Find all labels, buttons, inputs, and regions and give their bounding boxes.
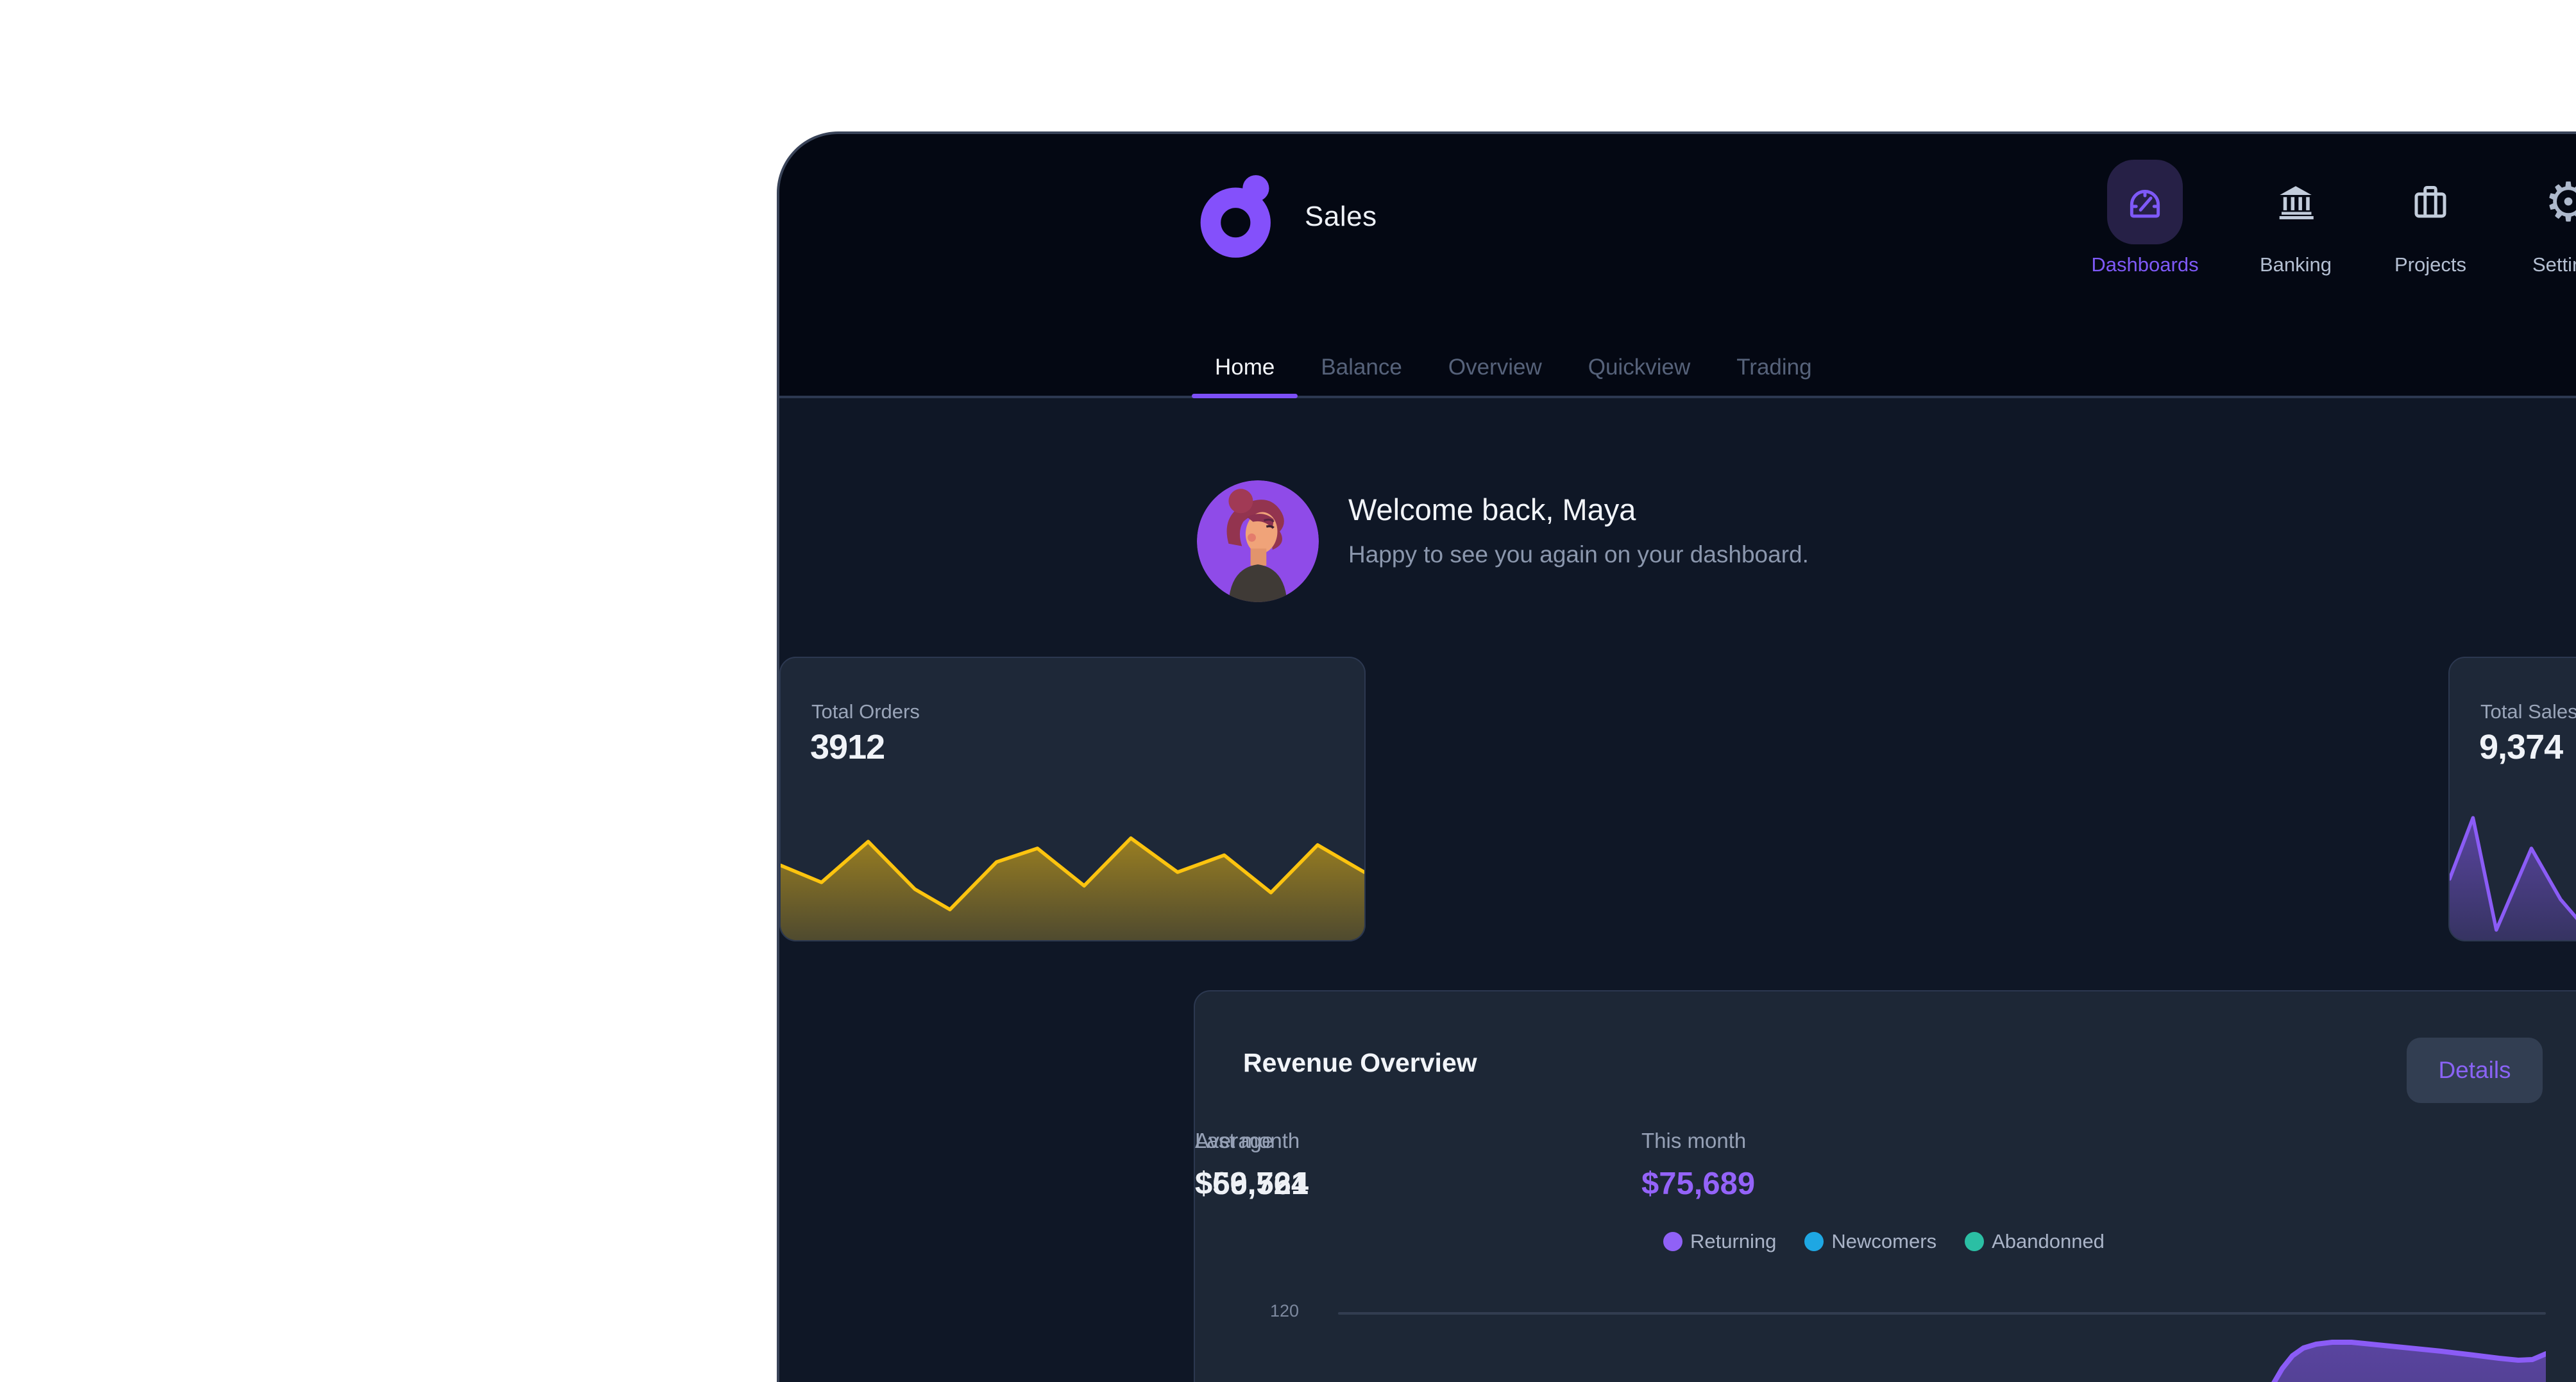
legend-item-abandonned[interactable]: Abandonned [1965,1230,2105,1253]
tab-home[interactable]: Home [1192,337,1298,398]
revenue-overview-card: Revenue Overview Details This month $75,… [1194,990,2576,1382]
welcome-title: Welcome back, Maya [1348,493,1636,527]
nav-item-projects[interactable]: Projects [2353,160,2507,276]
stat-value: $66,561 [1195,1167,1309,1201]
brand: Sales [1197,171,1377,262]
nav-item-dashboards[interactable]: Dashboards [2068,160,2222,276]
screenshot-canvas: Sales Dashboards Banking Projects Setti … [0,0,2576,1382]
stat-card-total-orders[interactable]: Total Orders 3912 [779,657,1366,941]
tab-overview[interactable]: Overview [1425,337,1565,398]
stat-card-total-sales[interactable]: Total Sales 9,374 [2448,657,2576,941]
stat-value: 9,374 [2479,728,2563,766]
y-axis-tick: 120 [1269,1301,1299,1320]
stat-value: 3912 [810,728,885,766]
sparkline-chart [781,804,1364,940]
app-window: Sales Dashboards Banking Projects Setti … [777,131,2576,1382]
sparkline-chart [2450,804,2576,940]
avatar [1197,480,1319,602]
legend-dot [1804,1232,1824,1251]
gear-icon: ⚙ [2530,160,2576,244]
welcome-section: Welcome back, Maya Happy to see you agai… [1197,480,1809,602]
legend-dot [1965,1232,1985,1251]
stat-label: This month [1641,1129,1747,1152]
nav-item-banking[interactable]: Banking [2219,160,2373,276]
nav-label: Banking [2259,253,2332,276]
revenue-stat-average: Average $66,561 [1195,1129,1309,1202]
tab-trading[interactable]: Trading [1713,337,1835,398]
welcome-text: Welcome back, Maya Happy to see you agai… [1348,480,1809,602]
legend-label: Abandonned [1992,1230,2105,1252]
details-button[interactable]: Details [2407,1038,2543,1103]
legend-label: Newcomers [1831,1230,1937,1252]
brand-logo-icon [1197,171,1287,262]
stat-label: Total Sales [2480,700,2576,723]
revenue-stat-this-month: This month $75,689 [1641,1129,1755,1202]
tab-bar: Home Balance Overview Quickview Trading [1192,337,1835,398]
legend-item-returning[interactable]: Returning [1663,1230,1776,1253]
bank-icon [2258,160,2334,244]
nav-label: Dashboards [2091,253,2199,276]
app-title: Sales [1305,200,1377,232]
stat-label: Total Orders [811,700,920,723]
legend-label: Returning [1690,1230,1777,1252]
stat-label: Average [1195,1129,1274,1152]
stat-value: $75,689 [1641,1167,1756,1201]
revenue-title: Revenue Overview [1243,1048,1477,1077]
chart-legend: Returning Newcomers Abandonned [1663,1230,2105,1253]
nav-label: Projects [2394,253,2466,276]
app-header: Sales Dashboards Banking Projects Setti … [779,134,2576,398]
tab-quickview[interactable]: Quickview [1565,337,1713,398]
nav-label: Settings [2532,253,2576,276]
legend-dot [1663,1232,1682,1251]
legend-item-newcomers[interactable]: Newcomers [1804,1230,1936,1253]
welcome-subtitle: Happy to see you again on your dashboard… [1348,541,1809,568]
nav-item-settings[interactable]: ⚙ Settings [2491,160,2576,276]
tab-balance[interactable]: Balance [1298,337,1425,398]
gauge-icon [2107,160,2183,244]
briefcase-icon [2393,160,2468,244]
revenue-area-chart [1338,1286,2546,1382]
